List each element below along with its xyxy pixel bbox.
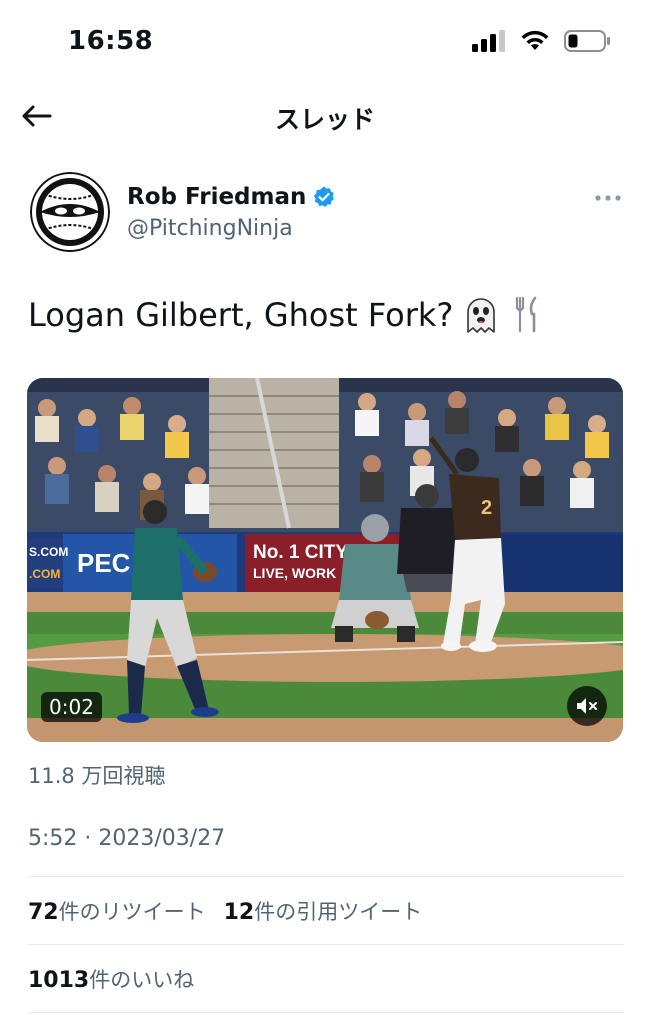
likes-stat[interactable]: 1013件のいいね [28,964,194,994]
verified-badge-icon [314,186,335,207]
video-duration-badge: 0:02 [41,692,102,722]
navigation-bar: スレッド [0,92,650,140]
avatar[interactable] [30,172,110,252]
banner-left-text: PEC [77,548,131,578]
more-options-icon[interactable] [594,190,622,206]
banner-center-text: No. 1 CITY [253,542,348,563]
tweet-author: Rob Friedman @PitchingNinja [30,172,630,256]
author-name-text: Rob Friedman [127,184,307,210]
divider [28,944,624,945]
tweet-text-body: Logan Gilbert, Ghost Fork? [28,296,454,334]
speaker-muted-icon [577,698,597,714]
cellular-signal-icon [472,30,505,52]
quotes-count: 12 [223,900,255,925]
tweet-timestamp[interactable]: 5:52 · 2023/03/27 [28,826,225,851]
fork-and-knife-icon [516,296,537,333]
view-count: 11.8 万回視聴 [28,764,166,788]
retweets-label: 件のリツイート [58,900,206,924]
banner-center-sub: LIVE, WORK [253,565,336,581]
wifi-icon [521,30,549,50]
page-title: スレッド [274,105,375,134]
divider [28,1012,624,1013]
ghost-emoji-icon [467,298,496,333]
status-bar: 16:58 [0,0,650,90]
banner-small-1: S.COM [29,545,68,559]
retweets-stat[interactable]: 72件のリツイート [28,896,206,926]
author-handle[interactable]: @PitchingNinja [127,216,293,241]
quotes-stat[interactable]: 12件の引用ツイート [224,896,423,926]
engagement-stats: 72件のリツイート 12件の引用ツイート [28,896,422,926]
status-icons [472,30,610,52]
tweet-text: Logan Gilbert, Ghost Fork? [28,296,545,334]
mute-button[interactable] [567,686,607,726]
likes-count: 1013 [28,968,90,993]
retweets-count: 72 [28,900,59,925]
author-name[interactable]: Rob Friedman [127,184,336,210]
battery-icon [564,30,610,52]
status-time: 16:58 [68,26,154,56]
ninja-baseball-logo [30,172,110,252]
banner-small-2: .COM [29,567,60,581]
video-frame: S.COM .COM PEC No. 1 CITY LIVE, WORK 2 [27,378,623,742]
likes-label: 件のいいね [89,968,195,992]
jersey-number: 2 [481,497,492,519]
quotes-label: 件の引用ツイート [254,900,423,924]
divider [28,876,624,877]
video-player[interactable]: S.COM .COM PEC No. 1 CITY LIVE, WORK 2 0… [27,378,623,742]
